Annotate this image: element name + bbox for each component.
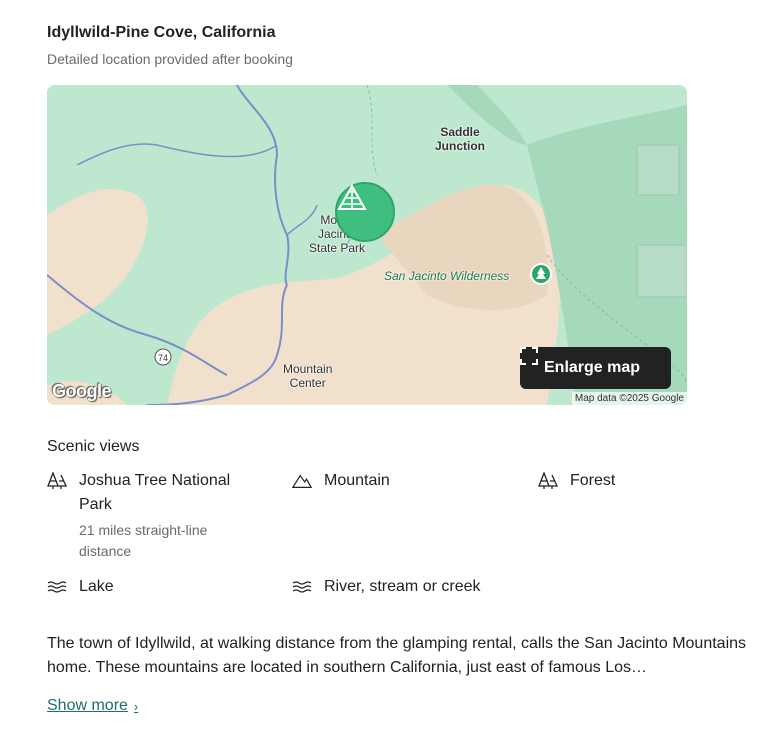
scenic-item-label: River, stream or creek — [324, 578, 481, 595]
scenic-item-label: Forest — [570, 472, 616, 489]
scenic-item-mountain: Mountain — [292, 469, 390, 493]
campsite-pin — [335, 182, 395, 242]
label-mountain-center: Mountain Center — [283, 362, 333, 390]
trees-icon — [538, 469, 558, 493]
mountain-icon — [292, 469, 312, 493]
scenic-views-heading: Scenic views — [47, 438, 140, 455]
scenic-item-label: Mountain — [324, 472, 390, 489]
enlarge-map-button[interactable]: Enlarge map — [520, 347, 671, 389]
scenic-item-joshua-tree: Joshua Tree National Park 21 miles strai… — [47, 469, 267, 562]
scenic-item-lake: Lake — [47, 575, 114, 599]
location-title: Idyllwild-Pine Cove, California — [47, 24, 276, 41]
waves-icon — [47, 575, 67, 599]
show-more-link[interactable]: Show more › — [47, 697, 138, 715]
label-wilderness: San Jacinto Wilderness — [384, 269, 510, 283]
scenic-item-river: River, stream or creek — [292, 575, 480, 599]
scenic-item-forest: Forest — [538, 469, 615, 493]
waves-icon — [292, 575, 312, 599]
scenic-item-label: Joshua Tree National Park — [79, 472, 231, 513]
location-map[interactable]: 74 Saddle Junction Mount Jacinto State P… — [47, 85, 687, 405]
google-logo: Google — [52, 381, 112, 401]
location-description: The town of Idyllwild, at walking distan… — [47, 635, 747, 676]
scenic-item-distance: 21 miles straight-line distance — [79, 522, 208, 559]
location-subtitle: Detailed location provided after booking — [47, 51, 293, 67]
show-more-label: Show more — [47, 697, 128, 714]
route-shield: 74 — [158, 353, 168, 363]
map-attribution[interactable]: Map data ©2025 Google — [571, 392, 687, 405]
trees-icon — [47, 469, 67, 493]
label-saddle-junction: Saddle Junction — [435, 125, 485, 153]
scenic-item-label: Lake — [79, 578, 114, 595]
enlarge-map-label: Enlarge map — [544, 359, 641, 376]
chevron-right-icon: › — [133, 698, 139, 714]
